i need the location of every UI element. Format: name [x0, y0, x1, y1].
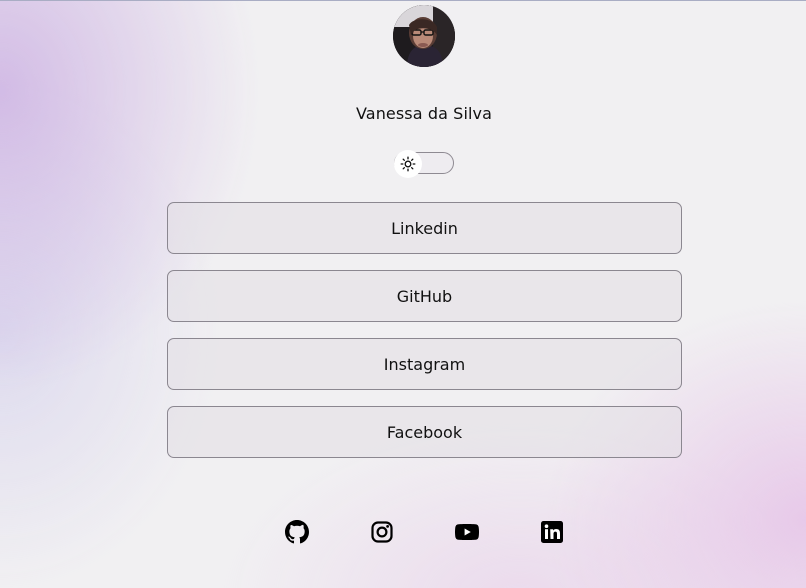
youtube-icon[interactable] — [455, 520, 479, 544]
facebook-link-button[interactable]: Facebook — [167, 406, 682, 458]
avatar-photo — [393, 5, 455, 67]
profile-page: Vanessa da Silva Linkedin GitHub Instagr… — [0, 0, 806, 588]
theme-toggle[interactable] — [394, 150, 454, 178]
instagram-icon[interactable] — [370, 520, 394, 544]
profile-name: Vanessa da Silva — [355, 104, 493, 123]
linkedin-icon[interactable] — [540, 520, 564, 544]
linkedin-link-button[interactable]: Linkedin — [167, 202, 682, 254]
github-link-button[interactable]: GitHub — [167, 270, 682, 322]
github-icon[interactable] — [285, 520, 309, 544]
sun-icon — [400, 156, 416, 172]
avatar — [393, 5, 455, 67]
instagram-link-button[interactable]: Instagram — [167, 338, 682, 390]
toggle-knob[interactable] — [394, 150, 422, 178]
